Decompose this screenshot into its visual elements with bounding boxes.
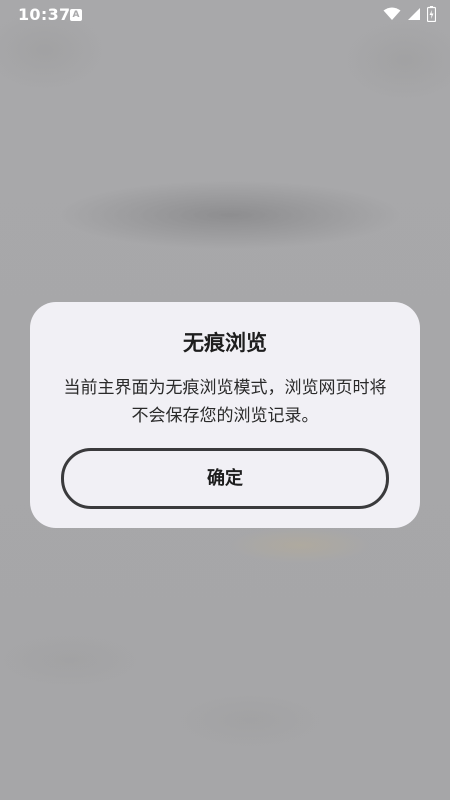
battery-charging-icon [427, 6, 436, 22]
status-bar: 10:37 A [0, 0, 450, 30]
status-time: 10:37 [18, 5, 71, 24]
confirm-button[interactable]: 确定 [61, 448, 389, 509]
dialog-message: 当前主界面为无痕浏览模式，浏览网页时将不会保存您的浏览记录。 [63, 378, 387, 426]
dialog-title: 无痕浏览 [183, 331, 267, 355]
cellular-signal-icon [407, 7, 421, 21]
status-icons [383, 6, 436, 22]
a-icon: A [70, 9, 82, 21]
wifi-icon [383, 7, 401, 21]
incognito-dialog: 无痕浏览 当前主界面为无痕浏览模式，浏览网页时将不会保存您的浏览记录。 确定 [30, 302, 420, 528]
